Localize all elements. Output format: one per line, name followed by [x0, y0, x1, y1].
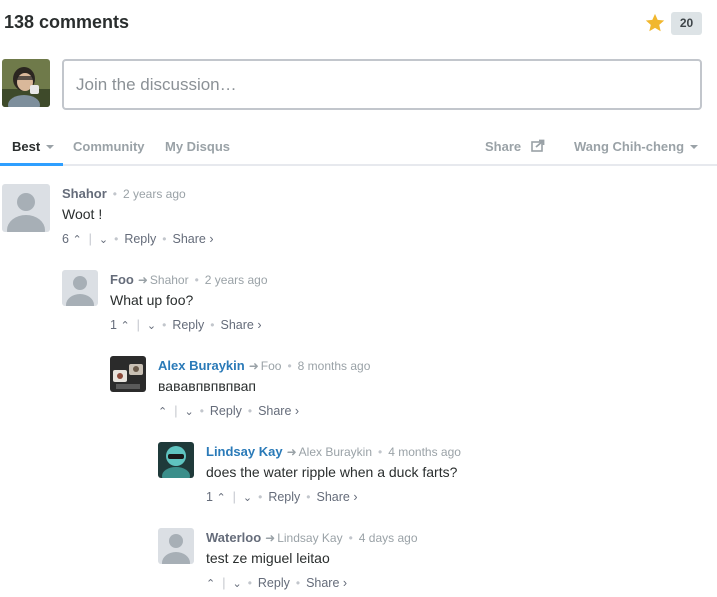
tab-community[interactable]: Community — [73, 139, 145, 154]
comment: Waterloo ➜ Lindsay Kay • 4 days ago test ze … — [158, 528, 703, 594]
comment-text: does the water ripple when a duck farts? — [206, 464, 458, 480]
share-button[interactable]: Share › — [317, 490, 358, 504]
favorite-count-badge[interactable]: 20 — [671, 12, 702, 35]
upvote-icon[interactable]: ⌃ — [206, 577, 215, 590]
comment: Alex Buraykin ➜ Foo • 8 months ago вавaвпвпв… — [110, 356, 700, 426]
chevron-down-icon — [46, 144, 55, 149]
comment-time[interactable]: 2 years ago — [205, 273, 268, 287]
reply-to-author[interactable]: Lindsay Kay — [277, 531, 342, 545]
comment-author[interactable]: Alex Buraykin — [158, 358, 245, 373]
reply-arrow-icon: ➜ — [286, 445, 297, 459]
comment: Foo ➜ Shahor • 2 years ago What up foo? 1 ⌃ |… — [62, 270, 702, 340]
comment: Lindsay Kay ➜ Alex Buraykin • 4 months ago d… — [158, 442, 703, 512]
share-label: Share — [485, 139, 522, 154]
comment-time[interactable]: 4 months ago — [388, 445, 461, 459]
tab-my-disqus[interactable]: My Disqus — [165, 139, 230, 154]
tab-best-label: Best — [12, 139, 41, 154]
share-icon — [530, 139, 545, 152]
downvote-icon[interactable]: ⌄ — [147, 319, 156, 332]
vote-count: 1 — [110, 318, 117, 332]
comment-author[interactable]: Lindsay Kay — [206, 444, 283, 459]
upvote-icon[interactable]: ⌃ — [216, 491, 225, 504]
avatar[interactable] — [158, 442, 194, 478]
comment-text: Woot ! — [62, 206, 103, 222]
reply-button[interactable]: Reply — [258, 576, 290, 590]
active-tab-indicator — [0, 163, 63, 166]
comment-count: 138 comments — [4, 12, 130, 32]
comment-text: вавaвпвпвпвап — [158, 378, 256, 394]
share-button[interactable]: Share › — [258, 404, 299, 418]
share-button[interactable]: Share › — [173, 232, 214, 246]
upvote-icon[interactable]: ⌃ — [158, 405, 167, 418]
reply-button[interactable]: Reply — [172, 318, 204, 332]
comment-time[interactable]: 4 days ago — [359, 531, 418, 545]
reply-arrow-icon: ➜ — [248, 359, 259, 373]
user-menu[interactable]: Wang Chih-cheng — [574, 139, 699, 154]
comment-input[interactable] — [64, 61, 700, 108]
avatar[interactable] — [158, 528, 194, 564]
avatar[interactable] — [62, 270, 98, 306]
user-menu-label: Wang Chih-cheng — [574, 139, 685, 154]
comment-time[interactable]: 8 months ago — [298, 359, 371, 373]
reply-to-author[interactable]: Shahor — [150, 273, 189, 287]
reply-arrow-icon: ➜ — [265, 531, 276, 545]
discussion-nav: Best Community My Disqus Share Wang Chih… — [0, 128, 717, 166]
reply-button[interactable]: Reply — [124, 232, 156, 246]
reply-to-author[interactable]: Alex Buraykin — [299, 445, 372, 459]
comment-text: What up foo? — [110, 292, 194, 308]
compose-box[interactable] — [62, 59, 702, 110]
avatar[interactable] — [110, 356, 146, 392]
downvote-icon[interactable]: ⌄ — [232, 577, 241, 590]
share-button[interactable]: Share › — [306, 576, 347, 590]
vote-count: 1 — [206, 490, 213, 504]
downvote-icon[interactable]: ⌄ — [243, 491, 252, 504]
comment: Shahor • 2 years ago Woot ! 6 ⌃ | ⌄ • Reply • Sh… — [2, 184, 702, 254]
share-button[interactable]: Share › — [221, 318, 262, 332]
comment-author[interactable]: Shahor — [62, 186, 107, 201]
downvote-icon[interactable]: ⌄ — [184, 405, 193, 418]
comment-time[interactable]: 2 years ago — [123, 187, 186, 201]
comments-header: 138 comments 20 — [0, 0, 717, 48]
user-avatar[interactable] — [2, 59, 50, 107]
chevron-down-icon — [690, 144, 699, 149]
comment-text: test ze miguel leitao — [206, 550, 330, 566]
reply-arrow-icon: ➜ — [137, 273, 148, 287]
comment-author[interactable]: Foo — [110, 272, 134, 287]
upvote-icon[interactable]: ⌃ — [120, 319, 129, 332]
tab-best[interactable]: Best — [12, 139, 55, 154]
reply-button[interactable]: Reply — [210, 404, 242, 418]
share-discussion-button[interactable]: Share — [485, 139, 545, 154]
vote-count: 6 — [62, 232, 69, 246]
downvote-icon[interactable]: ⌄ — [99, 233, 108, 246]
reply-to-author[interactable]: Foo — [261, 359, 282, 373]
reply-button[interactable]: Reply — [268, 490, 300, 504]
upvote-icon[interactable]: ⌃ — [72, 233, 81, 246]
avatar[interactable] — [2, 184, 50, 232]
comment-author[interactable]: Waterloo — [206, 530, 261, 545]
star-icon[interactable] — [644, 12, 666, 34]
